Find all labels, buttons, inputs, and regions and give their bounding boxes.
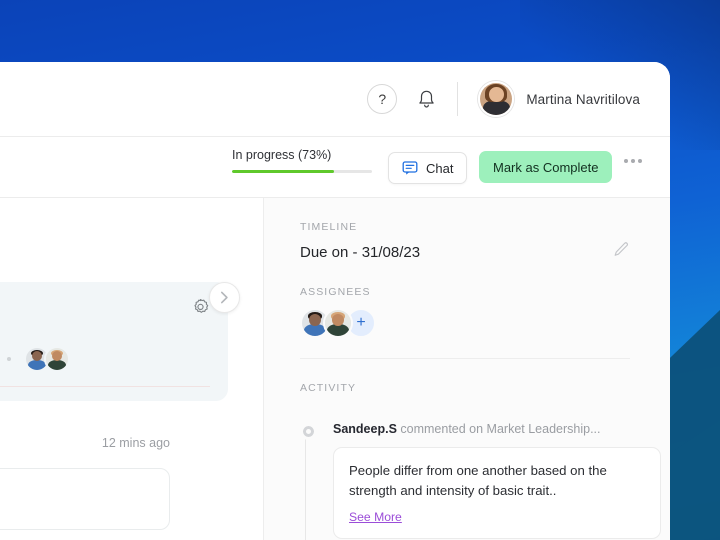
mark-as-complete-button[interactable]: Mark as Complete (479, 151, 613, 183)
app-window: ? Martina Navritilova In progress (73%) … (0, 62, 670, 540)
timeline-section-label: TIMELINE (300, 221, 358, 233)
task-settings-button[interactable] (191, 298, 210, 322)
user-name: Martina Navritilova (526, 91, 640, 107)
see-more-link[interactable]: See More (349, 510, 402, 524)
activity-feed: Sandeep.S commented on Market Leadership… (300, 408, 661, 540)
task-card-divider (0, 386, 210, 387)
screenshot-root: ? Martina Navritilova In progress (73%) … (0, 0, 720, 540)
progress-fill (232, 170, 335, 173)
task-card[interactable]: sk could (0, 282, 228, 401)
task-meta: 24th August, 2023 (0, 346, 210, 372)
app-header: ? Martina Navritilova (0, 62, 670, 137)
gear-icon (194, 298, 209, 313)
chat-button[interactable]: Chat (388, 152, 468, 184)
task-assignee-avatars[interactable] (23, 346, 70, 372)
assignees-section-label: ASSIGNEES (300, 286, 371, 298)
assignees-row: + (300, 308, 630, 338)
note-text: nsity of basic trait (0, 488, 153, 503)
plus-icon: + (356, 314, 366, 331)
chevron-right-icon (221, 291, 228, 304)
comment-card[interactable]: People differ from one another based on … (333, 447, 661, 540)
due-date-text: Due on - 31/08/23 (300, 243, 421, 261)
help-button[interactable]: ? (367, 84, 398, 114)
edit-timeline-button[interactable] (613, 241, 630, 263)
ellipsis-icon (631, 159, 635, 163)
pencil-icon (614, 242, 628, 256)
assignee-avatar-2 (43, 346, 70, 372)
expand-panel-button[interactable] (209, 282, 240, 313)
question-mark-icon: ? (378, 91, 387, 107)
task-detail-pane: TIMELINE Due on - 31/08/23 ASSIGNEES + A… (264, 198, 670, 540)
chat-button-label: Chat (426, 160, 454, 176)
activity-bullet (300, 423, 317, 440)
bell-icon (419, 90, 434, 108)
more-options-button[interactable] (624, 159, 642, 163)
notifications-button[interactable] (415, 87, 437, 111)
task-toolbar: In progress (73%) Chat Mark as Complete (0, 137, 670, 198)
activity-action: commented on Market Leadership... (396, 422, 601, 436)
ellipsis-icon (624, 159, 628, 163)
progress-label: In progress (73%) (232, 148, 332, 162)
activity-author: Sandeep.S (333, 422, 397, 436)
section-divider (300, 358, 630, 359)
activity-entry-header: Sandeep.S commented on Market Leadership… (333, 408, 630, 436)
task-list-pane: sk could (0, 198, 264, 540)
ellipsis-icon (638, 159, 642, 163)
comment-text: People differ from one another based on … (349, 463, 607, 499)
chat-bubble-icon (402, 161, 418, 175)
progress-indicator: In progress (73%) (232, 148, 374, 173)
note-card[interactable]: nsity of basic trait (0, 468, 170, 530)
activity-timeline-line (305, 430, 306, 540)
progress-track (232, 170, 372, 173)
timeline-row: Due on - 31/08/23 (300, 241, 630, 263)
avatar (478, 81, 515, 117)
assignee-avatar-2[interactable] (323, 308, 353, 338)
user-menu[interactable]: Martina Navritilova (478, 81, 640, 117)
timestamp: 12 mins ago (101, 436, 170, 450)
header-divider (457, 82, 459, 116)
separator-dot (6, 357, 11, 361)
task-card-header: sk could (0, 298, 210, 322)
content-area: sk could (0, 198, 670, 540)
activity-section-label: ACTIVITY (300, 382, 357, 394)
